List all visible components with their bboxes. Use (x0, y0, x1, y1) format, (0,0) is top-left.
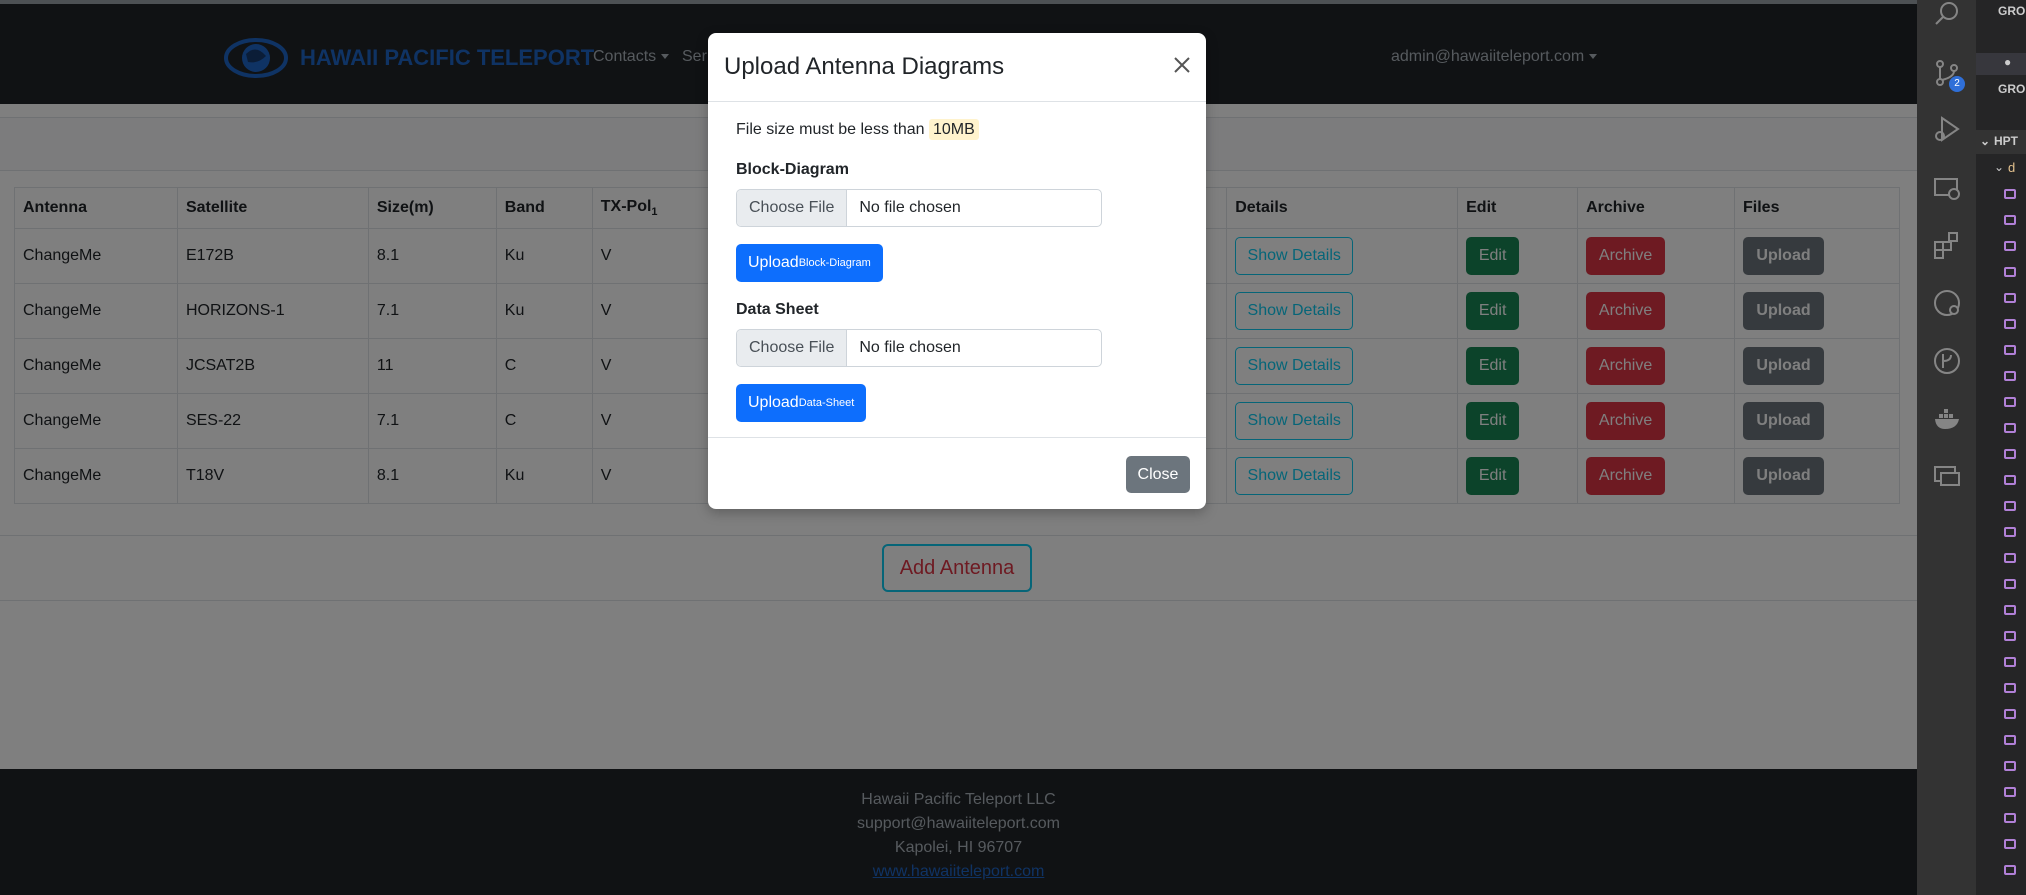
block-diagram-label: Block-Diagram (736, 161, 849, 178)
choose-file-button[interactable]: Choose File (737, 330, 848, 366)
image-file-icon[interactable] (2004, 631, 2016, 641)
image-file-icon[interactable] (2004, 657, 2016, 667)
vscode-side-panel: GRO ● GRO ⌄ HPT ⌄ d (1976, 0, 2026, 895)
image-file-icon[interactable] (2004, 839, 2016, 849)
upload-sub-label: Data-Sheet (798, 397, 855, 409)
image-file-icon[interactable] (2004, 475, 2016, 485)
search-icon[interactable] (1932, 0, 1962, 30)
image-file-icon[interactable] (2004, 189, 2016, 199)
image-file-icon[interactable] (2004, 345, 2016, 355)
modal-footer: Close (708, 437, 1206, 510)
gitlens-icon[interactable] (1932, 346, 1962, 376)
image-file-icon[interactable] (2004, 813, 2016, 823)
docker-icon[interactable] (1932, 404, 1962, 434)
close-icon[interactable] (1170, 53, 1194, 77)
close-button[interactable]: Close (1126, 456, 1190, 493)
image-file-icon[interactable] (2004, 553, 2016, 563)
block-diagram-file-input[interactable]: Choose File No file chosen (736, 189, 1102, 227)
data-sheet-label: Data Sheet (736, 301, 819, 318)
image-file-icon[interactable] (2004, 293, 2016, 303)
data-sheet-file-input[interactable]: Choose File No file chosen (736, 329, 1102, 367)
image-file-icon[interactable] (2004, 709, 2016, 719)
extensions-icon[interactable] (1932, 230, 1962, 260)
upload-modal: Upload Antenna Diagrams File size must b… (708, 33, 1206, 509)
image-file-icon[interactable] (2004, 865, 2016, 875)
folder-label: d (2008, 160, 2016, 175)
panel-group-label: GRO (1998, 82, 2026, 96)
image-file-icon[interactable] (2004, 319, 2016, 329)
web-page: HAWAII PACIFIC TELEPORT Contacts Ser adm… (0, 0, 1917, 895)
image-file-icon[interactable] (2004, 241, 2016, 251)
image-file-icon[interactable] (2004, 267, 2016, 277)
image-file-icon[interactable] (2004, 371, 2016, 381)
panel-group-label: GRO (1998, 4, 2026, 18)
git-graph-icon[interactable] (1932, 288, 1962, 318)
image-file-icon[interactable] (2004, 787, 2016, 797)
remote-explorer-icon[interactable] (1932, 174, 1962, 204)
image-file-icon[interactable] (2004, 501, 2016, 511)
file-status-text: No file chosen (859, 199, 961, 216)
unsaved-dot-icon: ● (2004, 55, 2012, 69)
upload-label: Upload (748, 254, 799, 271)
upload-data-sheet-button[interactable]: Upload Data-Sheet (736, 384, 867, 422)
image-file-icon[interactable] (2004, 397, 2016, 407)
image-file-icon[interactable] (2004, 579, 2016, 589)
file-status-text: No file chosen (859, 339, 961, 356)
upload-label: Upload (748, 394, 799, 411)
image-file-icon[interactable] (2004, 683, 2016, 693)
chat-icon[interactable] (1932, 462, 1962, 492)
image-file-icon[interactable] (2004, 215, 2016, 225)
upload-block-diagram-button[interactable]: Upload Block-Diagram (736, 244, 883, 282)
image-file-icon[interactable] (2004, 735, 2016, 745)
image-file-icon[interactable] (2004, 449, 2016, 459)
modal-header: Upload Antenna Diagrams (708, 33, 1206, 102)
modal-title: Upload Antenna Diagrams (724, 53, 1005, 80)
file-size-note-text: File size must be less than (736, 121, 925, 138)
run-debug-icon[interactable] (1932, 114, 1962, 144)
chevron-down-icon: ⌄ (1980, 134, 1991, 148)
image-file-icon[interactable] (2004, 761, 2016, 771)
image-file-icon[interactable] (2004, 605, 2016, 615)
choose-file-button[interactable]: Choose File (737, 190, 848, 226)
vscode-activity-bar: 2 (1917, 0, 1976, 895)
chevron-down-icon: ⌄ (1994, 160, 2005, 174)
upload-sub-label: Block-Diagram (798, 257, 871, 269)
panel-selected-row (1976, 53, 2026, 75)
image-file-icon[interactable] (2004, 527, 2016, 537)
image-file-icon[interactable] (2004, 423, 2016, 433)
scm-badge: 2 (1949, 76, 1965, 92)
panel-section-title: HPT (1994, 134, 2018, 148)
file-size-note: File size must be less than 10MB (736, 119, 979, 140)
file-size-limit: 10MB (928, 119, 979, 140)
